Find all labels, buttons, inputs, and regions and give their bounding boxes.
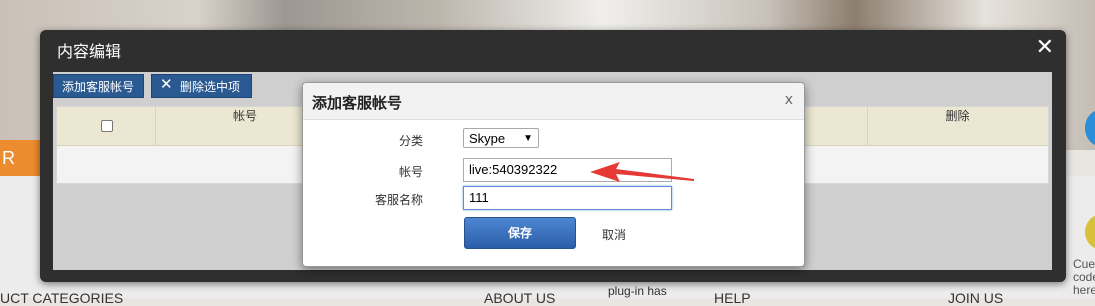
save-button[interactable]: 保存 xyxy=(464,217,576,249)
modal-close-icon[interactable]: x xyxy=(785,92,793,108)
modal-header: 添加客服帐号 x xyxy=(303,83,804,120)
add-account-modal: 添加客服帐号 x 分类 Skype ▼ 帐号 live:540392322 客服… xyxy=(302,82,805,267)
account-label: 帐号 xyxy=(398,165,423,179)
dialog-title: 内容编辑 xyxy=(57,42,122,61)
footer-join[interactable]: JOIN US xyxy=(948,290,1003,306)
add-account-button[interactable]: 添加客服帐号 xyxy=(53,74,144,98)
category-select-value: Skype xyxy=(469,131,506,146)
cancel-button[interactable]: 取消 xyxy=(602,226,626,243)
column-delete: 删除 xyxy=(945,109,970,123)
footer-about[interactable]: ABOUT US xyxy=(484,290,555,306)
delete-selected-label: 删除选中项 xyxy=(180,80,241,94)
dialog-close-icon[interactable]: ✕ xyxy=(1036,35,1054,60)
footer-plugin-text: plug-in has xyxy=(608,284,667,298)
delete-selected-button[interactable]: ✕ 删除选中项 xyxy=(151,74,252,98)
red-arrow-annotation xyxy=(590,162,694,182)
background-banner-text: R CO xyxy=(0,140,42,204)
category-label: 分类 xyxy=(398,134,423,148)
category-select[interactable]: Skype ▼ xyxy=(463,128,539,148)
service-name-label: 客服名称 xyxy=(374,193,423,207)
service-name-input[interactable]: 111 xyxy=(463,186,672,210)
delete-x-icon: ✕ xyxy=(160,75,173,93)
select-all-checkbox[interactable] xyxy=(101,120,113,132)
chevron-down-icon: ▼ xyxy=(523,133,533,144)
background-side-text: Cue code here xyxy=(1073,257,1095,297)
modal-title: 添加客服帐号 xyxy=(312,94,403,112)
footer-help[interactable]: HELP xyxy=(714,290,751,306)
footer-categories[interactable]: UCT CATEGORIES xyxy=(0,290,123,306)
